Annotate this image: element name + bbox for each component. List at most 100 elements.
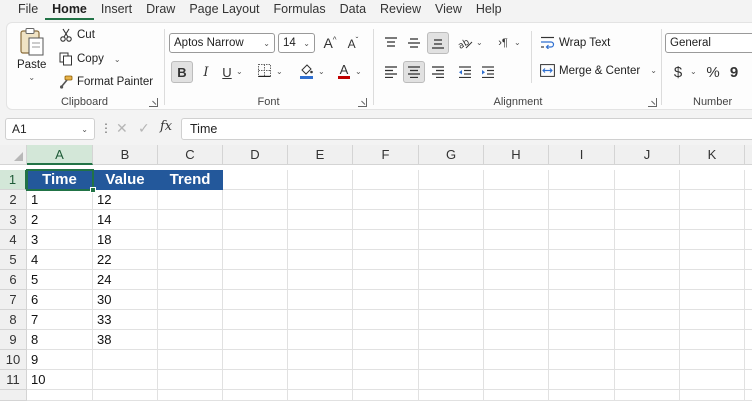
grid-cell[interactable] [223, 310, 288, 330]
grid-cell[interactable] [288, 330, 353, 350]
cell-a10[interactable]: 9 [27, 350, 93, 370]
top-align-button[interactable] [381, 32, 401, 54]
grid-cell[interactable] [419, 350, 484, 370]
name-box[interactable]: A1 ⌄ [5, 118, 95, 140]
grid-cell[interactable] [615, 270, 680, 290]
grid-cell[interactable] [549, 190, 615, 210]
row-header-3[interactable]: 3 [0, 210, 27, 230]
column-header-j[interactable]: J [615, 145, 680, 165]
grid-cell[interactable] [484, 250, 549, 270]
grid-cell[interactable] [680, 250, 745, 270]
copy-button[interactable]: Copy ⌄ [59, 52, 121, 66]
text-direction-button[interactable]: ›¶ [493, 32, 513, 54]
column-header-e[interactable]: E [288, 145, 353, 165]
grid-cell[interactable] [353, 250, 419, 270]
grid-cell[interactable] [615, 170, 680, 190]
grid-cell[interactable] [549, 290, 615, 310]
grid-cell[interactable] [353, 390, 419, 401]
wrap-text-button[interactable]: Wrap Text [540, 36, 610, 49]
grid-cell[interactable] [93, 350, 158, 370]
grid-cell[interactable] [745, 270, 752, 290]
grid-cell[interactable] [745, 290, 752, 310]
column-header-d[interactable]: D [223, 145, 288, 165]
enter-check-icon[interactable]: ✓ [138, 120, 150, 137]
row-header-2[interactable]: 2 [0, 190, 27, 210]
grid-cell[interactable] [223, 270, 288, 290]
cell-b3[interactable]: 14 [93, 210, 158, 230]
grid-cell[interactable] [484, 190, 549, 210]
grid-cell[interactable] [223, 210, 288, 230]
chevron-down-icon[interactable]: ⌄ [476, 38, 483, 47]
grid-cell[interactable] [745, 390, 752, 401]
grid-cell[interactable] [419, 250, 484, 270]
cell-c1[interactable]: Trend [158, 170, 223, 190]
grid-cell[interactable] [484, 330, 549, 350]
grid-cell[interactable] [158, 350, 223, 370]
grid-cell[interactable] [615, 190, 680, 210]
chevron-down-icon[interactable]: ⌄ [514, 38, 521, 47]
grid-cell[interactable] [353, 350, 419, 370]
grid-cell[interactable] [223, 290, 288, 310]
grid-cell[interactable] [288, 230, 353, 250]
grid-cell[interactable] [223, 350, 288, 370]
comma-style-button[interactable]: 9 [727, 61, 741, 83]
grid-cell[interactable] [615, 210, 680, 230]
grid-cell[interactable] [93, 370, 158, 390]
grid-cell[interactable] [680, 310, 745, 330]
grid-cell[interactable] [158, 250, 223, 270]
grid-cell[interactable] [288, 270, 353, 290]
grid-cell[interactable] [158, 230, 223, 250]
grid-cell[interactable] [615, 390, 680, 401]
grid-cell[interactable] [223, 370, 288, 390]
cell-b6[interactable]: 24 [93, 270, 158, 290]
column-header-b[interactable]: B [93, 145, 158, 165]
grid-cell[interactable] [549, 210, 615, 230]
more-options-icon[interactable]: ⋮ [100, 121, 112, 135]
cell-a2[interactable]: 1 [27, 190, 93, 210]
grid-cell[interactable] [680, 370, 745, 390]
chevron-down-icon[interactable]: ⌄ [276, 67, 283, 76]
cell-a6[interactable]: 5 [27, 270, 93, 290]
tab-formulas[interactable]: Formulas [267, 0, 333, 20]
cell-a11[interactable]: 10 [27, 370, 93, 390]
grid-cell[interactable] [549, 310, 615, 330]
accounting-format-button[interactable]: $ [670, 61, 686, 83]
row-header-5[interactable]: 5 [0, 250, 27, 270]
italic-button[interactable]: I [197, 61, 215, 83]
grid-cell[interactable] [484, 350, 549, 370]
cell-b8[interactable]: 33 [93, 310, 158, 330]
tab-draw[interactable]: Draw [139, 0, 182, 20]
grid-cell[interactable] [158, 310, 223, 330]
grid-cell[interactable] [288, 370, 353, 390]
cell-b9[interactable]: 38 [93, 330, 158, 350]
grid-cell[interactable] [680, 230, 745, 250]
grid-cell[interactable] [549, 370, 615, 390]
grid-cell[interactable] [419, 310, 484, 330]
row-header-9[interactable]: 9 [0, 330, 27, 350]
grid-cell[interactable] [549, 330, 615, 350]
column-header-k[interactable]: K [680, 145, 745, 165]
merge-center-button[interactable]: Merge & Center ⌄ [540, 64, 657, 77]
grid-cell[interactable] [615, 370, 680, 390]
grid-cell[interactable] [419, 290, 484, 310]
row-header-11[interactable]: 11 [0, 370, 27, 390]
increase-indent-button[interactable] [478, 61, 498, 83]
grid-cell[interactable] [353, 170, 419, 190]
column-header-h[interactable]: H [484, 145, 549, 165]
grid-cell[interactable] [615, 310, 680, 330]
column-header-a[interactable]: A [27, 145, 93, 165]
grid-cell[interactable] [353, 190, 419, 210]
cell-a9[interactable]: 8 [27, 330, 93, 350]
font-name-select[interactable]: Aptos Narrow ⌄ [169, 33, 275, 53]
tab-help[interactable]: Help [469, 0, 509, 20]
formula-input[interactable]: Time [181, 118, 752, 140]
grid-cell[interactable] [353, 230, 419, 250]
borders-button[interactable] [254, 61, 274, 83]
cell-a5[interactable]: 4 [27, 250, 93, 270]
cell-a4[interactable]: 3 [27, 230, 93, 250]
grid-cell[interactable] [419, 190, 484, 210]
grid-cell[interactable] [353, 290, 419, 310]
grid-cell[interactable] [484, 390, 549, 401]
column-header-c[interactable]: C [158, 145, 223, 165]
chevron-down-icon[interactable]: ⌄ [318, 67, 325, 76]
